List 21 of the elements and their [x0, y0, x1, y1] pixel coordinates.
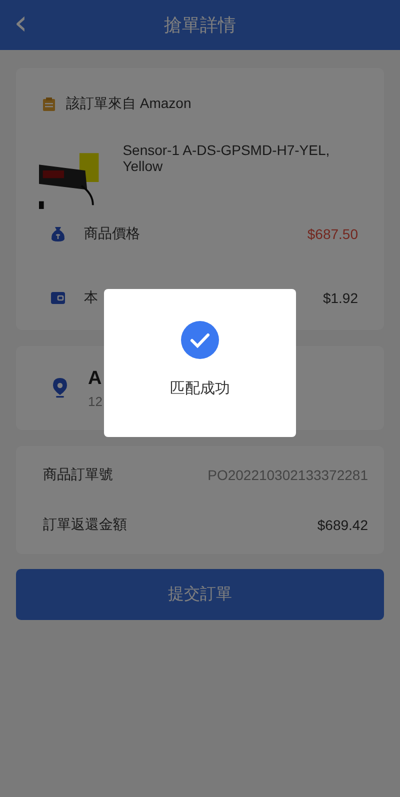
page-title: 搶單詳情 — [164, 14, 236, 37]
address-name: A — [88, 368, 102, 390]
back-button[interactable]: ‹ — [8, 6, 34, 40]
row-value: $1.92 — [322, 290, 358, 306]
row-value: $687.50 — [307, 226, 358, 242]
product-name: Sensor-1 A-DS-GPSMD-H7-YEL, Yellow — [122, 142, 331, 176]
summary-label: 商品訂單號 — [43, 466, 113, 484]
address-line: 12 — [88, 394, 102, 408]
summary-value: PO202210302133372281 — [208, 467, 368, 483]
location-pin-icon — [52, 378, 68, 398]
row-label: 本 — [84, 289, 99, 307]
summary-label: 訂單返還金額 — [43, 516, 127, 534]
clipboard-icon — [42, 97, 56, 111]
order-source: 該訂單來自 Amazon — [66, 95, 192, 113]
wallet-icon — [50, 290, 66, 306]
submit-order-button[interactable]: 提交訂單 — [16, 569, 384, 620]
row-label: 商品價格 — [84, 225, 141, 243]
money-bag-icon — [50, 226, 66, 242]
summary-value: $689.42 — [317, 517, 368, 533]
dialog-message: 匹配成功 — [170, 379, 230, 398]
check-circle-icon — [181, 321, 219, 359]
